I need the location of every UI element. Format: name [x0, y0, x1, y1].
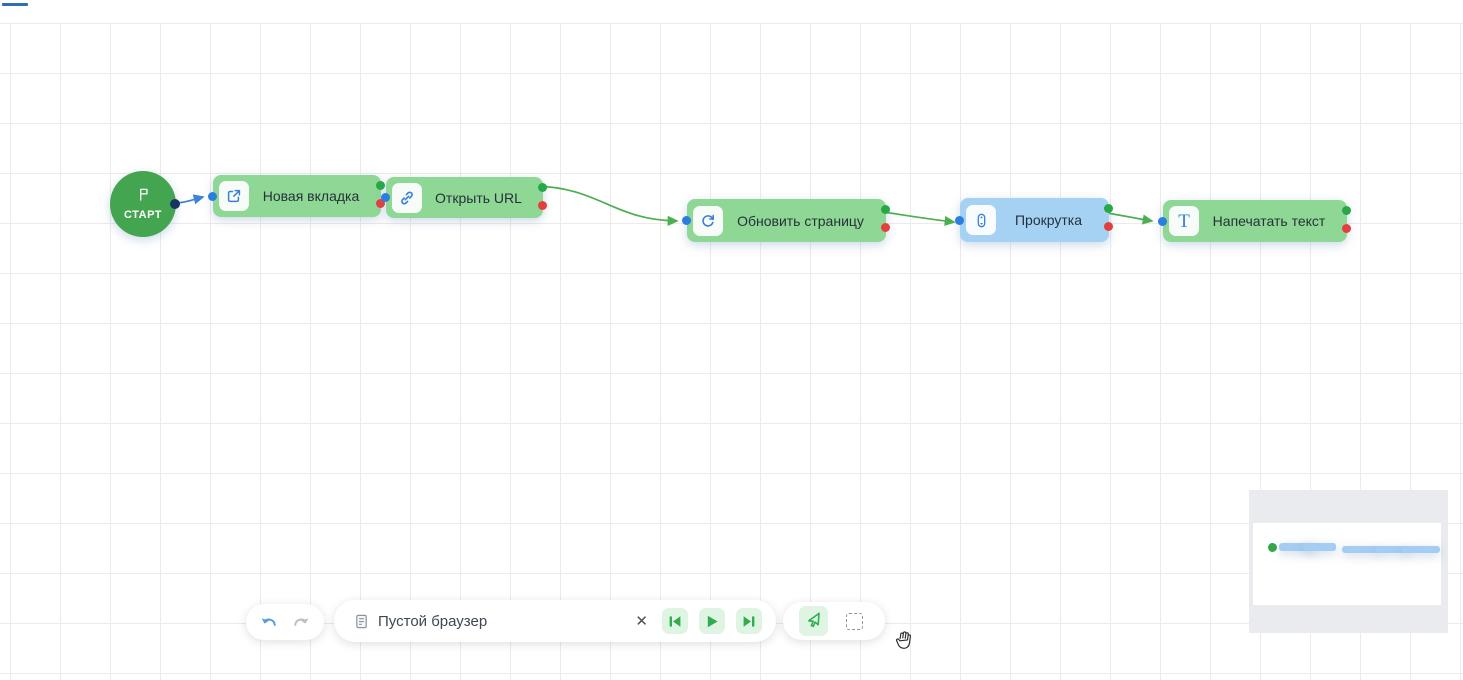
- node-label: Открыть URL: [422, 190, 535, 206]
- step-forward-button[interactable]: [736, 608, 762, 634]
- error-output-port[interactable]: [881, 223, 890, 232]
- minimap-marker-node: [1303, 543, 1336, 551]
- start-output-port[interactable]: [170, 199, 180, 209]
- workflow-canvas[interactable]: [0, 23, 1463, 680]
- undo-button[interactable]: [260, 615, 279, 630]
- input-port[interactable]: [1158, 217, 1167, 226]
- node-open-url[interactable]: Открыть URL: [386, 177, 543, 218]
- success-output-port[interactable]: [376, 181, 385, 190]
- minimap-marker-node: [1402, 546, 1440, 553]
- minimap-viewport[interactable]: [1253, 523, 1441, 605]
- success-output-port[interactable]: [1104, 204, 1113, 213]
- refresh-icon: [693, 206, 723, 236]
- start-node-label: СТАРТ: [124, 209, 162, 221]
- select-area-icon: [846, 613, 863, 630]
- input-port[interactable]: [381, 193, 390, 202]
- node-start[interactable]: СТАРТ: [110, 171, 176, 237]
- close-icon[interactable]: ✕: [635, 612, 648, 630]
- input-port[interactable]: [955, 216, 964, 225]
- node-scroll[interactable]: Прокрутка: [960, 198, 1109, 242]
- link-icon: [392, 183, 422, 213]
- script-icon: [354, 614, 369, 629]
- redo-button[interactable]: [291, 615, 310, 630]
- minimap-marker-start: [1268, 543, 1277, 552]
- cursor-pointer-icon: [805, 611, 822, 631]
- active-tab-indicator: [2, 3, 28, 6]
- error-output-port[interactable]: [538, 201, 547, 210]
- mouse-scroll-icon: [966, 205, 996, 235]
- text-icon-glyph: T: [1178, 212, 1190, 231]
- node-label: Новая вкладка: [249, 188, 373, 204]
- external-link-icon: [219, 181, 249, 211]
- success-output-port[interactable]: [881, 205, 890, 214]
- history-pill: [246, 604, 324, 640]
- success-output-port[interactable]: [1342, 206, 1351, 215]
- success-output-port[interactable]: [538, 183, 547, 192]
- node-type-text[interactable]: T Напечатать текст: [1163, 200, 1347, 242]
- scenario-name: Пустой браузер: [378, 613, 635, 630]
- play-button[interactable]: [699, 608, 725, 634]
- step-back-button[interactable]: [662, 608, 688, 634]
- node-refresh-page[interactable]: Обновить страницу: [687, 199, 886, 242]
- error-output-port[interactable]: [1342, 224, 1351, 233]
- top-bar: [0, 0, 1463, 23]
- tools-pill: [783, 602, 885, 640]
- input-port[interactable]: [682, 216, 691, 225]
- flag-icon: [136, 187, 151, 207]
- error-output-port[interactable]: [1104, 222, 1113, 231]
- node-label: Напечатать текст: [1199, 213, 1339, 229]
- scenario-pill: Пустой браузер ✕: [334, 600, 776, 642]
- select-area-tool-button[interactable]: [840, 606, 869, 636]
- node-label: Прокрутка: [996, 212, 1101, 228]
- input-port[interactable]: [208, 192, 217, 201]
- node-new-tab[interactable]: Новая вкладка: [213, 175, 381, 217]
- text-icon: T: [1169, 206, 1199, 236]
- cursor-tool-button[interactable]: [799, 606, 828, 636]
- node-label: Обновить страницу: [723, 213, 878, 229]
- minimap[interactable]: [1249, 490, 1448, 633]
